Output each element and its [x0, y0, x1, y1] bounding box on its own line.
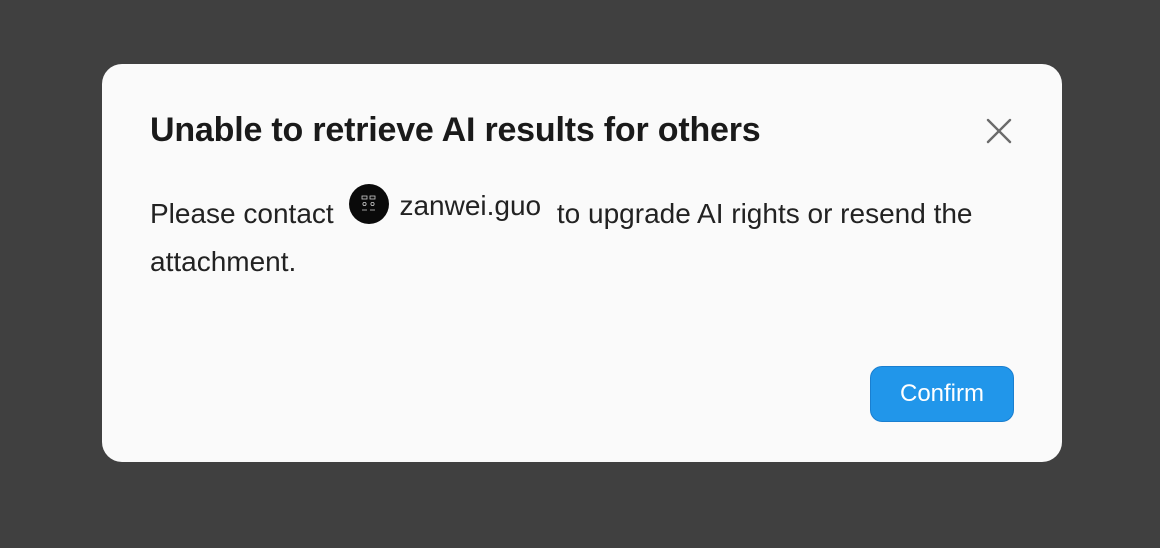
confirm-button[interactable]: Confirm [870, 366, 1014, 422]
dialog-message: Please contact zanwei.guo to upgrade AI … [150, 184, 1020, 286]
close-button[interactable] [984, 116, 1014, 146]
dialog-title: Unable to retrieve AI results for others [150, 111, 761, 149]
message-text-before: Please contact [150, 198, 334, 229]
user-avatar-icon [349, 184, 390, 224]
mention-username: zanwei.guo [399, 190, 542, 221]
close-icon [986, 118, 1012, 144]
user-mention[interactable]: zanwei.guo [341, 184, 549, 238]
dialog: Unable to retrieve AI results for others… [102, 64, 1062, 462]
